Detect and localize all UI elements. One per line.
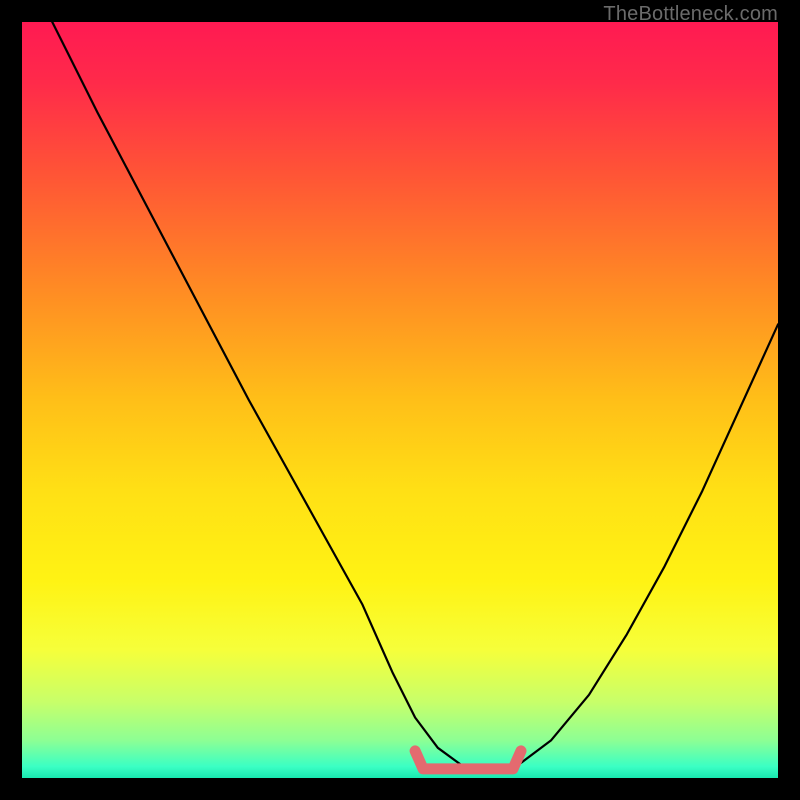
optimal-flat-region	[415, 751, 521, 769]
bottleneck-curve	[22, 22, 778, 778]
chart-frame: TheBottleneck.com	[0, 0, 800, 800]
plot-area	[22, 22, 778, 778]
